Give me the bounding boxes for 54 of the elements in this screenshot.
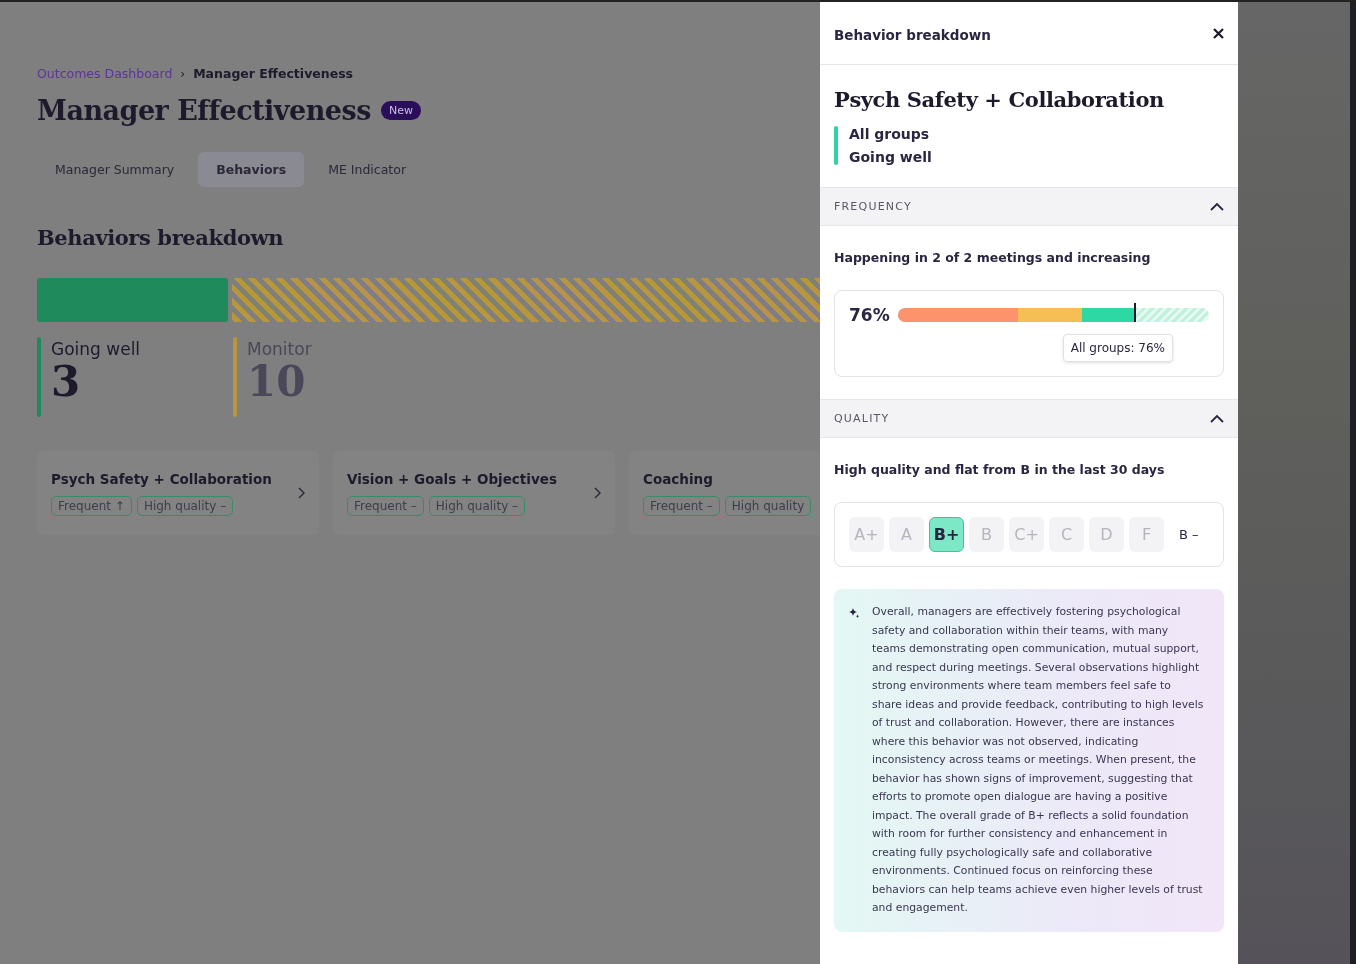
chevron-up-icon xyxy=(1210,202,1224,211)
frequency-summary: Happening in 2 of 2 meetings and increasing xyxy=(834,250,1152,265)
section-header[interactable]: FREQUENCY xyxy=(820,187,1238,226)
behavior-title: Psych Safety + Collaboration xyxy=(834,87,1165,112)
chevron-right-icon xyxy=(298,487,305,499)
tag: High quality xyxy=(724,495,812,516)
grade-chip: C+ xyxy=(1009,517,1044,552)
close-icon xyxy=(1213,27,1224,39)
insight-text: Overall, managers are effectively fostering psychological safety and collaboration within their teams, with many teams demonstrating open communication, mutual support, and respect during meetings. Several observations highlight strong environments where team members feel safe to share ideas and provide feedback, contributing to high levels of trust and collaboration. However, there are instances where this behavior was not observed, indicating inconsistency across teams or meetings. When present, the behavior has shown signs of improvement, suggesting that efforts to promote open dialogue are having a positive impact. The overall grade of B+ reflects a solid foundation with room for further consistency and enhancement in creating fully psychologically safe and collaborative environments. Continued focus on reinforcing these behaviors can help teams achieve even higher levels of trust and engagement. xyxy=(872,604,1204,916)
section-label: FREQUENCY xyxy=(834,200,912,213)
sparkle-icon xyxy=(848,607,860,619)
stat-count: 10 xyxy=(247,359,307,406)
meta-text: Going well xyxy=(849,149,932,165)
tag: High quality – xyxy=(136,495,234,516)
card-title: Psych Safety + Collaboration xyxy=(51,470,272,487)
frequency-percent: 76% xyxy=(849,305,890,325)
page-title: Manager Effectiveness xyxy=(37,95,371,126)
grade-chip: F xyxy=(1129,517,1164,552)
grade-chip: C xyxy=(1049,517,1084,552)
tab[interactable]: Behaviors xyxy=(198,152,305,187)
chevron-right-icon xyxy=(594,487,601,499)
stat-label: Going well xyxy=(51,339,141,359)
grade-chip: A+ xyxy=(849,517,884,552)
section-header[interactable]: QUALITY xyxy=(820,399,1238,438)
grade-chip: D xyxy=(1089,517,1124,552)
new-badge: New xyxy=(380,101,421,120)
grade-chip: B xyxy=(969,517,1004,552)
tab[interactable]: Manager Summary xyxy=(37,152,193,187)
tab[interactable]: ME Indicator xyxy=(310,152,425,187)
card-title: Vision + Goals + Objectives xyxy=(347,470,557,487)
tag: Frequent ↑ xyxy=(51,495,132,516)
quality-summary: High quality and flat from B in the last 30 days xyxy=(834,462,1166,477)
meter-tooltip: All groups: 76% xyxy=(1062,334,1173,362)
tag: Frequent – xyxy=(643,495,720,516)
breadcrumb-current: Manager Effectiveness xyxy=(193,66,354,81)
behavior-card[interactable]: Coaching Frequent – High quality xyxy=(629,451,820,535)
breadcrumb-separator: › xyxy=(180,66,186,81)
behavior-card[interactable]: Vision + Goals + Objectives Frequent – High quality – xyxy=(333,451,615,535)
card-title: Coaching xyxy=(643,470,714,487)
stat-count: 3 xyxy=(51,359,81,406)
tag: High quality – xyxy=(428,495,526,516)
meta-text: All groups xyxy=(849,126,931,142)
tag: Frequent – xyxy=(347,495,424,516)
chevron-up-icon xyxy=(1210,414,1224,423)
meter-marker xyxy=(1134,303,1137,322)
drawer-title: Behavior breakdown xyxy=(834,27,991,43)
grade-chip: A xyxy=(889,517,924,552)
meta-accent xyxy=(834,126,838,165)
section-title: Behaviors breakdown xyxy=(37,225,285,250)
grade-chip: B+ xyxy=(929,517,964,552)
section-label: QUALITY xyxy=(834,412,890,425)
previous-grade: B – xyxy=(1179,527,1199,542)
close-button[interactable] xyxy=(1213,27,1224,39)
behavior-card[interactable]: Psych Safety + Collaboration Frequent ↑ High quality – xyxy=(37,451,319,535)
